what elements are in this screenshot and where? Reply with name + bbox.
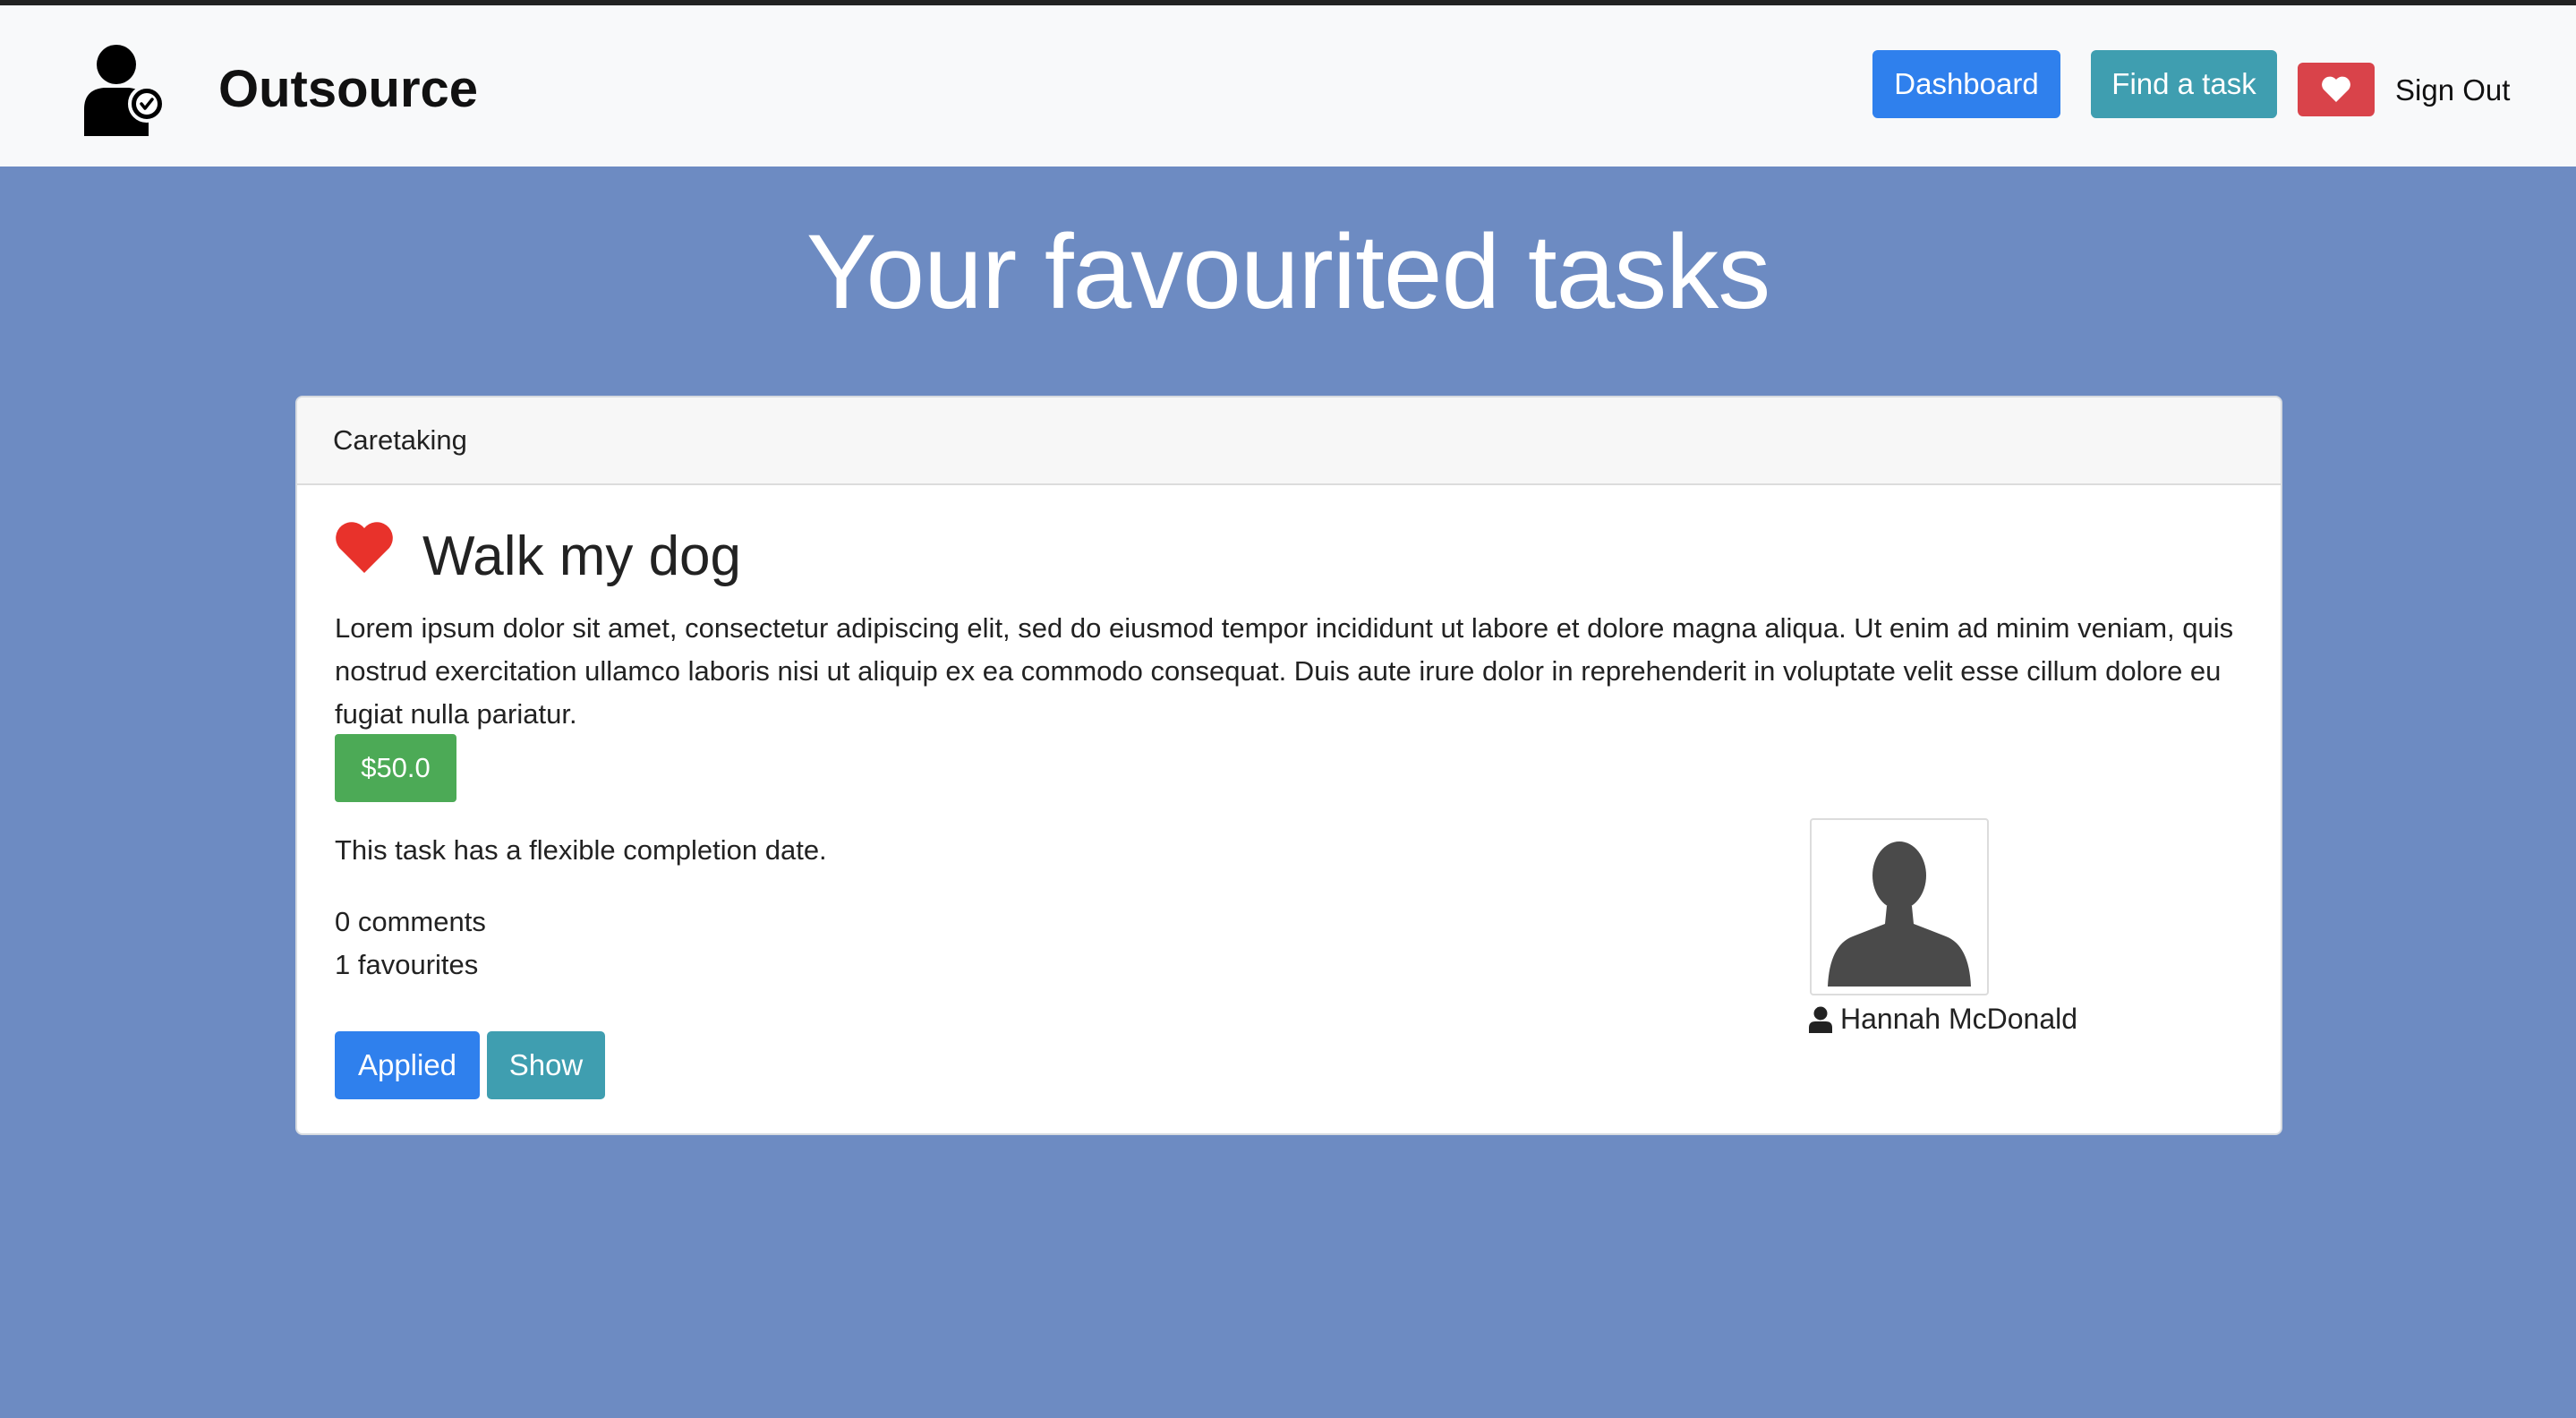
user-silhouette-icon	[1828, 841, 1971, 987]
dashboard-button[interactable]: Dashboard	[1872, 50, 2060, 118]
show-button[interactable]: Show	[487, 1031, 605, 1099]
poster: Hannah McDonald	[1808, 1003, 2077, 1036]
price-badge: $50.0	[335, 734, 456, 802]
poster-name[interactable]: Hannah McDonald	[1840, 1003, 2077, 1036]
task-category: Caretaking	[297, 397, 2281, 485]
page-title: Your favourited tasks	[806, 213, 1771, 331]
task-description: Lorem ipsum dolor sit amet, consectetur …	[335, 612, 2234, 730]
task-title: Walk my dog	[422, 525, 742, 587]
user-check-icon[interactable]	[81, 41, 166, 140]
favourites-count: 1 favourites	[335, 949, 479, 980]
user-icon	[1809, 1006, 1832, 1033]
sign-out-link[interactable]: Sign Out	[2395, 73, 2510, 107]
navbar: Outsource Dashboard Find a task Sign Out	[0, 5, 2576, 167]
avatar	[1810, 818, 1989, 995]
find-task-button[interactable]: Find a task	[2091, 50, 2277, 118]
heart-icon[interactable]	[335, 521, 394, 575]
comments-count: 0 comments	[335, 906, 486, 937]
favourites-button[interactable]	[2298, 63, 2375, 116]
heart-icon	[2322, 76, 2350, 102]
task-card: Caretaking Walk my dog Lorem ipsum dolor…	[295, 396, 2282, 1135]
applied-button[interactable]: Applied	[335, 1031, 480, 1099]
brand-name[interactable]: Outsource	[218, 59, 478, 119]
completion-note: This task has a flexible completion date…	[335, 834, 827, 866]
